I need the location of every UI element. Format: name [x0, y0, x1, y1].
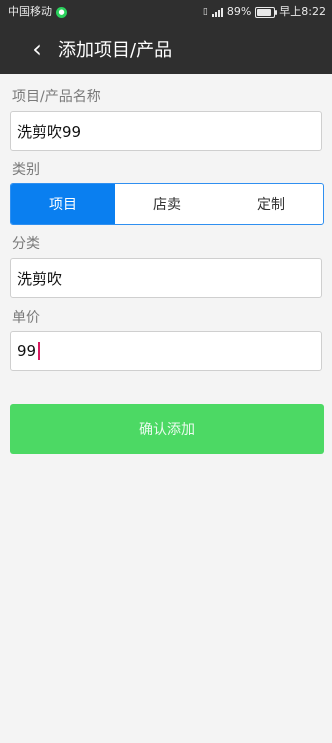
- price-value: 99: [17, 342, 37, 360]
- chevron-left-icon: ‹: [32, 35, 42, 63]
- status-left: 中国移动 ●: [8, 0, 67, 24]
- vibrate-icon: ▯: [202, 7, 208, 17]
- status-bar: 中国移动 ● ▯ 89% 早上8:22: [0, 0, 332, 24]
- top-bar: 中国移动 ● ▯ 89% 早上8:22 ‹ 添加项目/产品: [0, 0, 332, 74]
- confirm-add-button[interactable]: 确认添加: [10, 404, 324, 454]
- signal-icon: [211, 7, 223, 17]
- page-title: 添加项目/产品: [58, 40, 173, 61]
- name-label: 项目/产品名称: [12, 89, 101, 105]
- price-label: 单价: [12, 310, 40, 326]
- carrier-text: 中国移动: [8, 5, 52, 18]
- category-input[interactable]: 洗剪吹: [10, 258, 322, 298]
- category-label: 分类: [12, 236, 40, 252]
- product-name-input[interactable]: 洗剪吹99: [10, 111, 322, 151]
- time-text: 早上8:22: [279, 5, 326, 18]
- battery-percent: 89%: [226, 5, 252, 18]
- category-value: 洗剪吹: [17, 269, 63, 288]
- type-option-custom[interactable]: 定制: [219, 184, 323, 224]
- type-label: 类别: [12, 162, 40, 178]
- product-name-value: 洗剪吹99: [17, 122, 82, 141]
- navigation-bar: ‹ 添加项目/产品: [0, 24, 332, 74]
- price-input[interactable]: 99: [10, 331, 322, 371]
- battery-icon: [255, 6, 278, 18]
- status-right: ▯ 89% 早上8:22: [203, 0, 326, 24]
- type-option-project[interactable]: 项目: [11, 184, 115, 224]
- wechat-icon: ●: [56, 6, 67, 18]
- text-cursor: [38, 342, 41, 360]
- back-button[interactable]: ‹: [22, 34, 52, 64]
- type-segmented-control: 项目 店卖 定制: [10, 183, 324, 225]
- type-option-store-sale[interactable]: 店卖: [115, 184, 219, 224]
